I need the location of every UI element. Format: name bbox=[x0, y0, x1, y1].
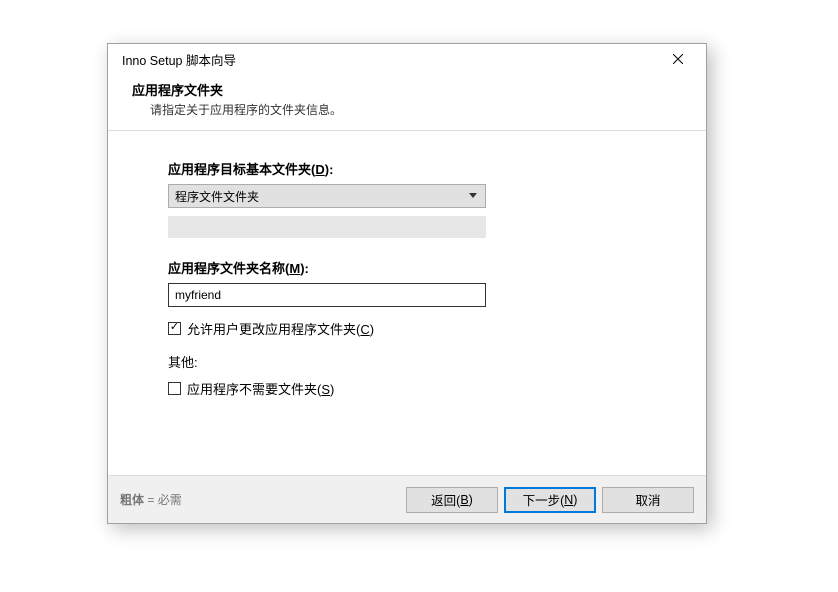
close-icon bbox=[673, 54, 683, 64]
allow-change-checkbox[interactable]: 允许用户更改应用程序文件夹(C) bbox=[168, 319, 646, 338]
next-button[interactable]: 下一步(N) bbox=[504, 487, 596, 513]
chevron-down-icon bbox=[469, 193, 477, 198]
folder-name-input[interactable] bbox=[168, 283, 486, 307]
wizard-footer: 粗体 = 必需 返回(B) 下一步(N) 取消 bbox=[108, 475, 706, 523]
checkbox-icon bbox=[168, 382, 181, 395]
no-folder-label: 应用程序不需要文件夹(S) bbox=[187, 379, 334, 398]
folder-name-label: 应用程序文件夹名称(M): bbox=[168, 258, 646, 277]
other-label: 其他: bbox=[168, 352, 646, 371]
wizard-dialog: Inno Setup 脚本向导 应用程序文件夹 请指定关于应用程序的文件夹信息。… bbox=[107, 43, 707, 524]
window-title: Inno Setup 脚本向导 bbox=[122, 50, 660, 69]
no-folder-checkbox[interactable]: 应用程序不需要文件夹(S) bbox=[168, 379, 646, 398]
page-subtitle: 请指定关于应用程序的文件夹信息。 bbox=[132, 99, 690, 118]
dest-folder-path-input bbox=[168, 216, 486, 238]
back-button[interactable]: 返回(B) bbox=[406, 487, 498, 513]
dest-folder-label: 应用程序目标基本文件夹(D): bbox=[168, 159, 646, 178]
checkbox-icon bbox=[168, 322, 181, 335]
required-note: 粗体 = 必需 bbox=[120, 491, 400, 508]
cancel-button[interactable]: 取消 bbox=[602, 487, 694, 513]
page-title: 应用程序文件夹 bbox=[132, 80, 690, 99]
wizard-header: 应用程序文件夹 请指定关于应用程序的文件夹信息。 bbox=[108, 74, 706, 131]
allow-change-label: 允许用户更改应用程序文件夹(C) bbox=[187, 319, 374, 338]
close-button[interactable] bbox=[660, 47, 696, 71]
dest-folder-combo-value: 程序文件文件夹 bbox=[175, 188, 259, 205]
dest-folder-combo[interactable]: 程序文件文件夹 bbox=[168, 184, 486, 208]
titlebar: Inno Setup 脚本向导 bbox=[108, 44, 706, 74]
wizard-body: 应用程序目标基本文件夹(D): 程序文件文件夹 应用程序文件夹名称(M): 允许… bbox=[108, 131, 706, 398]
